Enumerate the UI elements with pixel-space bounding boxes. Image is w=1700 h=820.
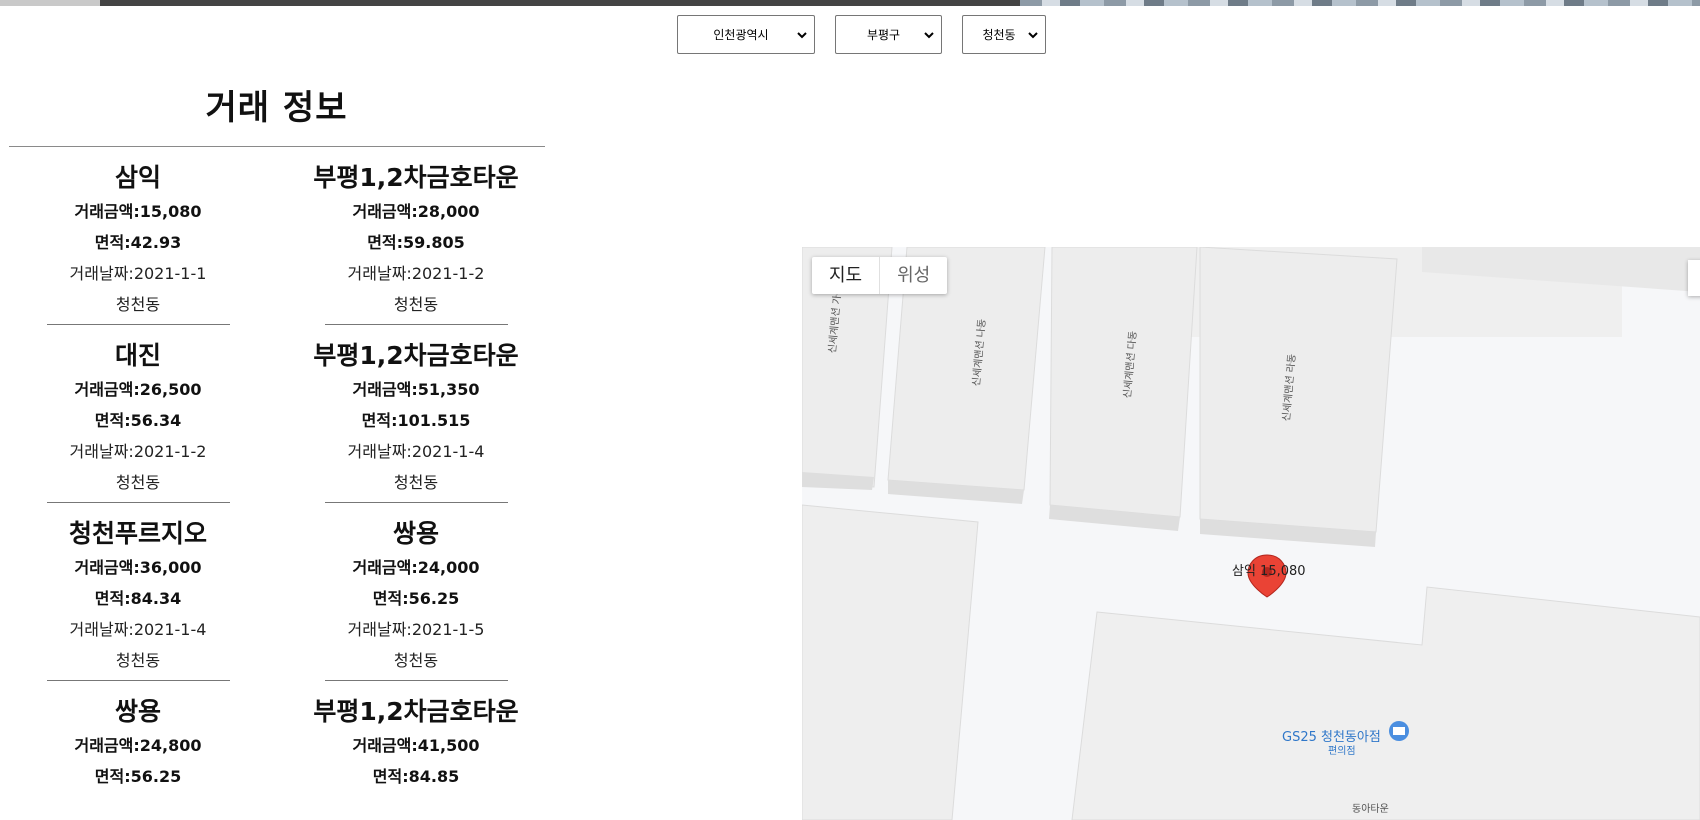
deal-dong: 청천동 bbox=[115, 651, 161, 670]
deal-area: 면적:84.34 bbox=[94, 589, 182, 608]
deal-dong: 청천동 bbox=[393, 473, 439, 492]
deal-name: 부평1,2차금호타운 bbox=[313, 341, 519, 370]
deal-name: 부평1,2차금호타운 bbox=[313, 697, 519, 726]
header-banner-strip bbox=[0, 0, 1700, 6]
banner-image-left bbox=[0, 0, 100, 6]
deal-divider bbox=[324, 324, 508, 325]
dong-select-value: 청천동 bbox=[982, 28, 1016, 42]
deal-card[interactable]: 쌍용 거래금액:24,000 면적:56.25 거래날짜:2021-1-5 청천… bbox=[286, 516, 546, 681]
deal-area: 면적:56.34 bbox=[94, 411, 182, 430]
poi-category: 편의점 bbox=[1328, 746, 1356, 757]
deal-dong: 청천동 bbox=[393, 295, 439, 314]
map-block bbox=[1071, 586, 1700, 820]
deal-card[interactable]: 쌍용 거래금액:24,800 면적:56.25 bbox=[8, 694, 268, 792]
deal-divider bbox=[324, 680, 508, 681]
deal-area: 면적:101.515 bbox=[361, 411, 471, 430]
deal-name: 쌍용 bbox=[392, 519, 439, 548]
fullscreen-button[interactable] bbox=[1688, 260, 1700, 296]
deal-name: 쌍용 bbox=[114, 697, 161, 726]
deal-date: 거래날짜:2021-1-2 bbox=[347, 264, 485, 283]
deal-card[interactable]: 삼익 거래금액:15,080 면적:42.93 거래날짜:2021-1-1 청천… bbox=[8, 160, 268, 325]
deal-list: 삼익 거래금액:15,080 면적:42.93 거래날짜:2021-1-1 청천… bbox=[0, 160, 560, 820]
banner-image-right bbox=[1020, 0, 1700, 6]
district-select-value: 부평구 bbox=[866, 28, 901, 42]
deal-date: 거래날짜:2021-1-5 bbox=[347, 620, 485, 639]
building-ra bbox=[1199, 247, 1398, 533]
map-label: 동아타운 bbox=[1352, 804, 1389, 815]
page-title: 거래 정보 bbox=[205, 88, 348, 128]
deal-price: 거래금액:15,080 bbox=[74, 202, 202, 221]
deal-area: 면적:42.93 bbox=[94, 233, 182, 252]
deal-name: 청천푸르지오 bbox=[68, 519, 207, 548]
deal-price: 거래금액:24,000 bbox=[352, 558, 480, 577]
deal-card[interactable]: 대진 거래금액:26,500 면적:56.34 거래날짜:2021-1-2 청천… bbox=[8, 338, 268, 503]
deal-divider bbox=[46, 324, 230, 325]
map-marker-label: 삼익 15,080 bbox=[1232, 564, 1306, 579]
map-view[interactable]: 신세계맨션 가동 신세계맨션 나동 신세계맨션 다동 신세계맨션 라동 동아타운… bbox=[802, 247, 1700, 820]
map-block bbox=[802, 504, 979, 820]
deal-date: 거래날짜:2021-1-2 bbox=[69, 442, 207, 461]
deal-dong: 청천동 bbox=[393, 651, 439, 670]
chevron-down-icon bbox=[797, 32, 807, 39]
deal-area: 면적:59.805 bbox=[367, 233, 465, 252]
deal-dong: 청천동 bbox=[115, 473, 161, 492]
deal-price: 거래금액:36,000 bbox=[74, 558, 202, 577]
map-type-map-button[interactable]: 지도 bbox=[812, 257, 879, 294]
city-select-value: 인천광역시 bbox=[713, 28, 769, 42]
store-icon-glyph bbox=[1393, 727, 1405, 735]
deal-area: 면적:56.25 bbox=[372, 589, 460, 608]
deal-date: 거래날짜:2021-1-4 bbox=[69, 620, 207, 639]
deal-date: 거래날짜:2021-1-1 bbox=[69, 264, 207, 283]
deal-area: 면적:56.25 bbox=[94, 767, 182, 786]
deal-price: 거래금액:26,500 bbox=[74, 380, 202, 399]
deal-divider bbox=[324, 502, 508, 503]
deal-divider bbox=[46, 680, 230, 681]
chevron-down-icon bbox=[924, 32, 934, 39]
deal-price: 거래금액:28,000 bbox=[352, 202, 480, 221]
deal-card[interactable]: 부평1,2차금호타운 거래금액:28,000 면적:59.805 거래날짜:20… bbox=[286, 160, 546, 325]
dong-select[interactable]: 청천동 bbox=[962, 15, 1046, 54]
map-canvas[interactable] bbox=[802, 247, 1700, 820]
deal-name: 부평1,2차금호타운 bbox=[313, 163, 519, 192]
deal-name: 대진 bbox=[114, 341, 161, 370]
deal-area: 면적:84.85 bbox=[372, 767, 460, 786]
title-divider bbox=[9, 146, 545, 147]
map-type-satellite-button[interactable]: 위성 bbox=[879, 257, 947, 294]
deal-card[interactable]: 부평1,2차금호타운 거래금액:41,500 면적:84.85 bbox=[286, 694, 546, 792]
deal-card[interactable]: 부평1,2차금호타운 거래금액:51,350 면적:101.515 거래날짜:2… bbox=[286, 338, 546, 503]
deal-price: 거래금액:24,800 bbox=[74, 736, 202, 755]
deal-price: 거래금액:51,350 bbox=[352, 380, 480, 399]
deal-price: 거래금액:41,500 bbox=[352, 736, 480, 755]
map-type-toggle: 지도 위성 bbox=[812, 257, 948, 294]
deal-card[interactable]: 청천푸르지오 거래금액:36,000 면적:84.34 거래날짜:2021-1-… bbox=[8, 516, 268, 681]
deal-dong: 청천동 bbox=[115, 295, 161, 314]
deal-date: 거래날짜:2021-1-4 bbox=[347, 442, 485, 461]
city-select[interactable]: 인천광역시 bbox=[677, 15, 815, 54]
district-select[interactable]: 부평구 bbox=[835, 15, 942, 54]
chevron-down-icon bbox=[1028, 32, 1038, 39]
deal-divider bbox=[46, 502, 230, 503]
deal-name: 삼익 bbox=[114, 163, 161, 192]
